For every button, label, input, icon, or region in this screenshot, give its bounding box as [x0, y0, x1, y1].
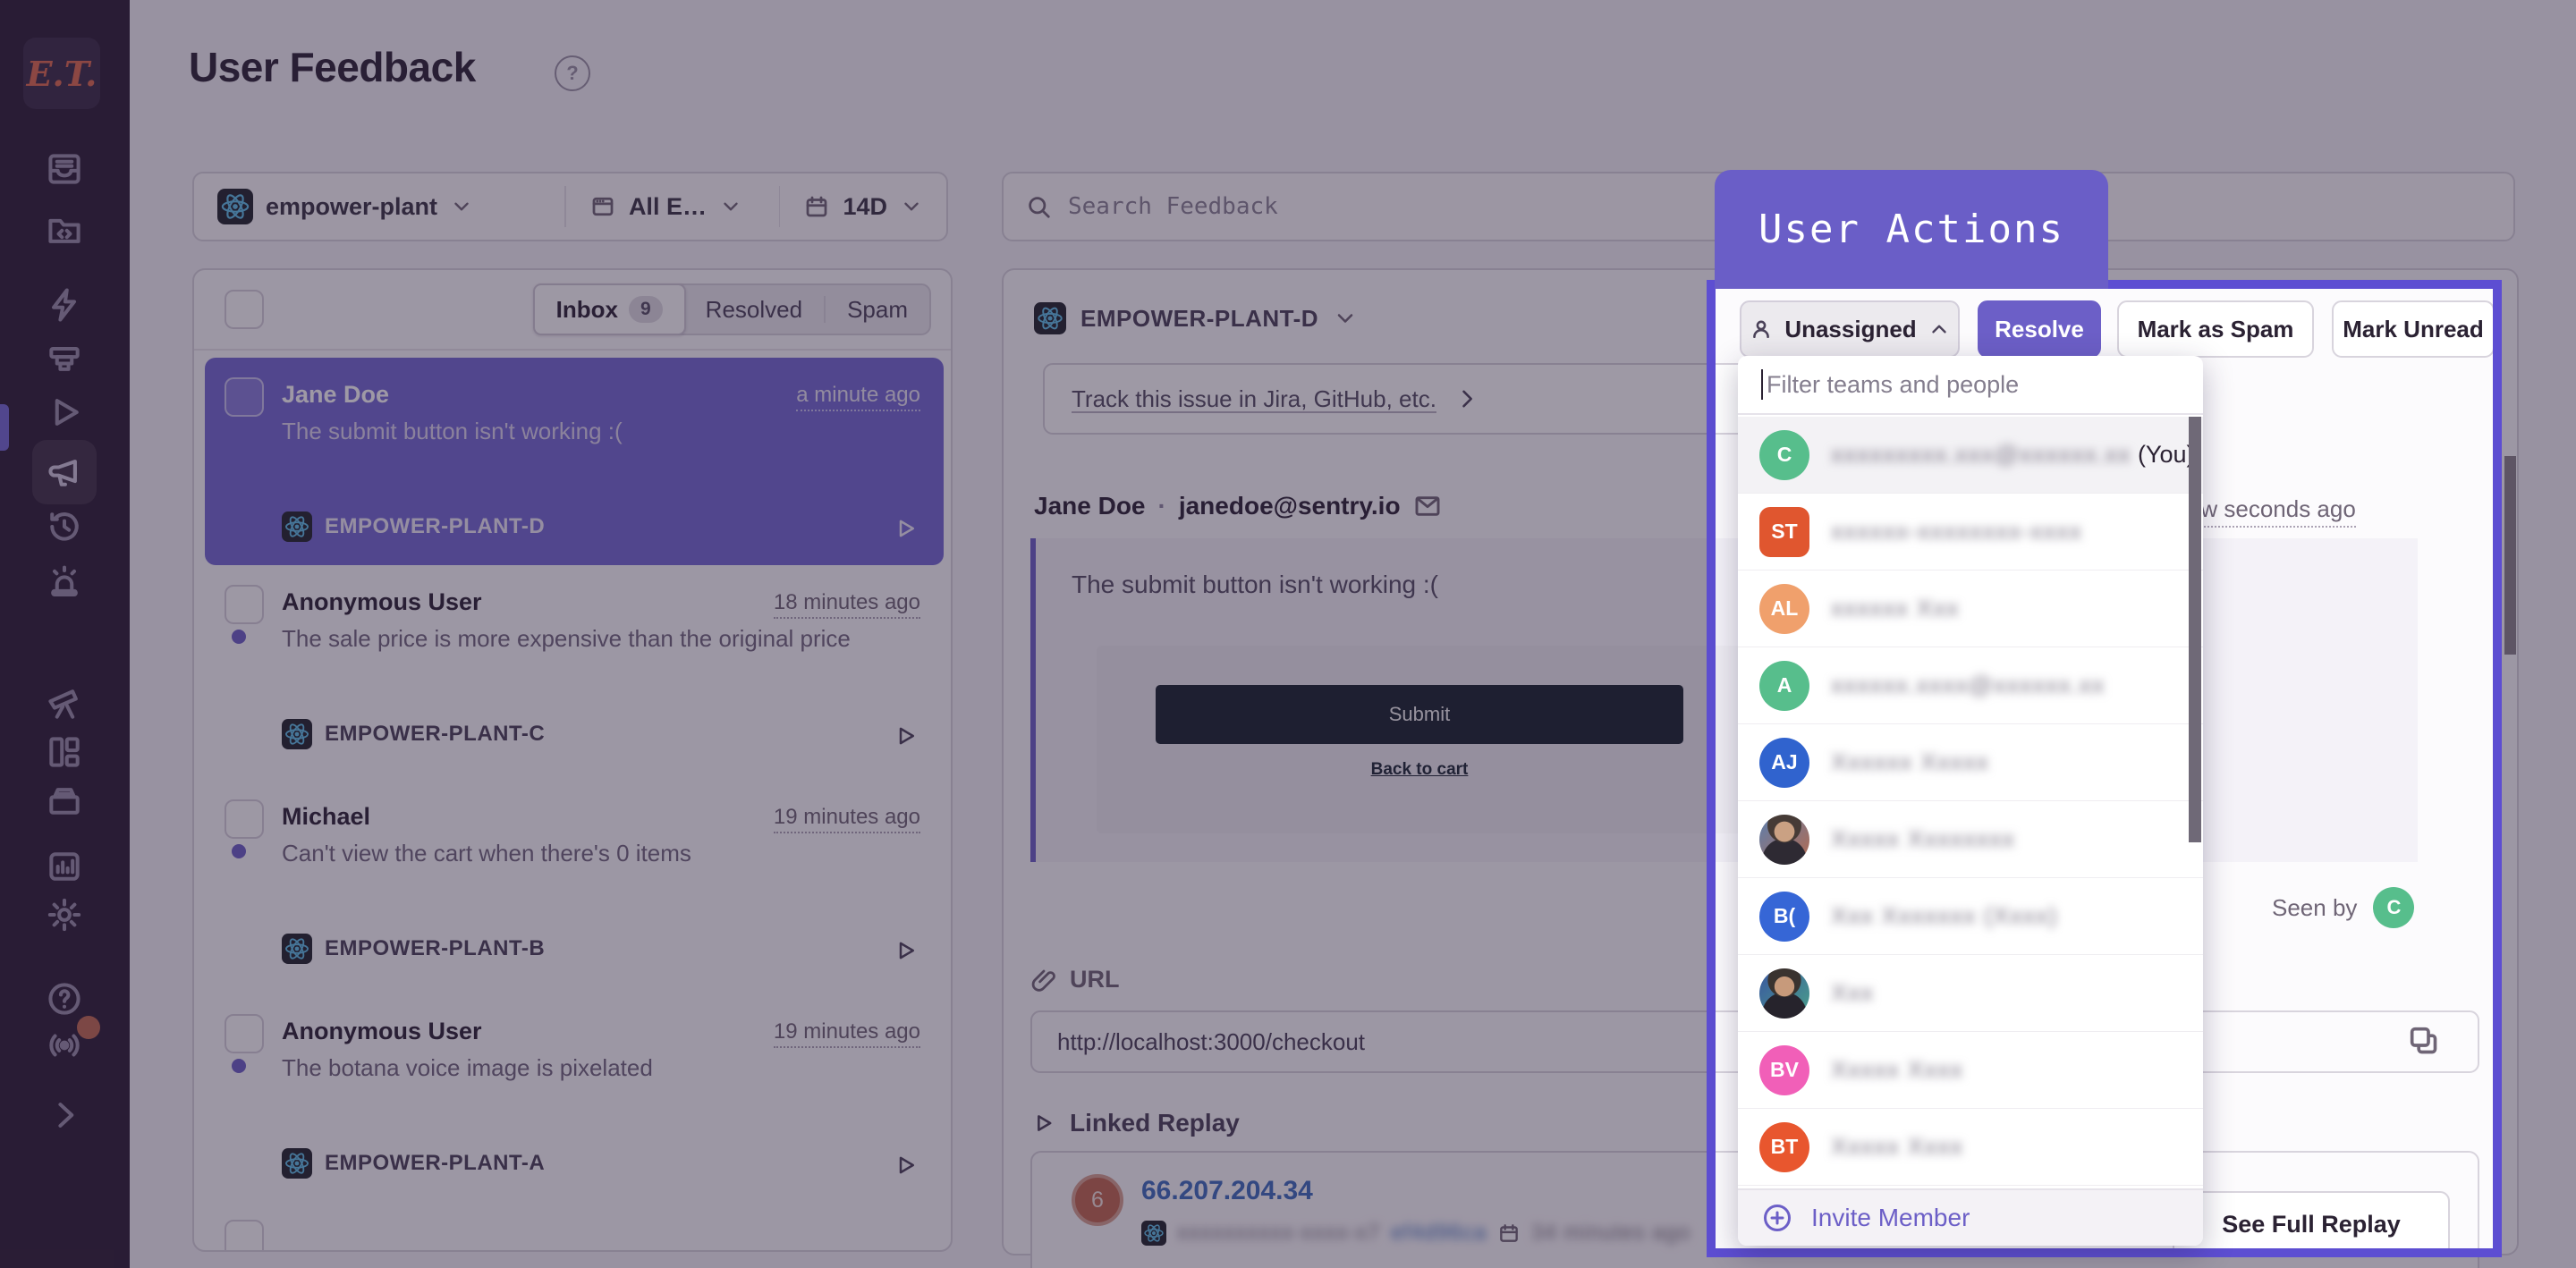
dim-overlay-top	[0, 0, 2576, 288]
assignee-you-suffix: (You)	[2138, 441, 2195, 468]
assignee-option[interactable]: Cxxxxxxxxx.xxx@xxxxxx.xx (You)	[1738, 417, 2203, 494]
assignee-option[interactable]: AJ Xxxxxx Xxxxx	[1738, 724, 2203, 801]
avatar-initials: B(	[1759, 892, 1809, 942]
assignee-option[interactable]: B( Xxx Xxxxxxx (Xxxx)	[1738, 878, 2203, 955]
assignee-name-redacted: Xxxxxx Xxxxx	[1831, 748, 1989, 775]
invite-member-label: Invite Member	[1811, 1204, 1970, 1232]
assignee-name-redacted: xxxxxx Xxx	[1831, 595, 1960, 621]
avatar-initials: AJ	[1759, 738, 1809, 788]
invite-member-button[interactable]: Invite Member	[1738, 1188, 2203, 1246]
assignee-dropdown: Filter teams and people Cxxxxxxxxx.xxx@x…	[1738, 356, 2203, 1246]
assignee-name-redacted: Xxxxx Xxxx	[1831, 1133, 1963, 1160]
assignee-filter-placeholder: Filter teams and people	[1767, 371, 2019, 399]
assignee-option[interactable]: Xxxxx Xxxxxxxx	[1738, 801, 2203, 878]
assignee-name-redacted: Xxxxx Xxxxxxxx	[1831, 825, 2015, 852]
avatar-initials: A	[1759, 661, 1809, 711]
assignee-option[interactable]: ST xxxxxx-xxxxxxxx-xxxx	[1738, 494, 2203, 571]
dim-overlay-left	[0, 288, 1715, 1249]
avatar-initials: ST	[1759, 507, 1809, 557]
text-caret	[1761, 369, 1763, 400]
assignee-option[interactable]: Xxx	[1738, 955, 2203, 1032]
dropdown-scrollbar[interactable]	[2189, 417, 2201, 842]
assignee-option[interactable]: Axxxxxx.xxxx@xxxxxx.xx	[1738, 647, 2203, 724]
assignee-name-redacted: xxxxxx-xxxxxxxx-xxxx	[1831, 518, 2082, 545]
assignee-name-redacted: Xxxxx Xxxx	[1831, 1056, 1963, 1083]
assignee-filter-input[interactable]: Filter teams and people	[1738, 356, 2203, 415]
user-feedback-page: E.T. User Feedback ? empower-plant All E…	[0, 0, 2576, 1268]
assignee-option[interactable]: AL xxxxxx Xxx	[1738, 571, 2203, 647]
avatar-photo	[1759, 815, 1809, 865]
avatar-initials: C	[1759, 430, 1809, 480]
assignee-option[interactable]: BV Xxxxx Xxxx	[1738, 1032, 2203, 1109]
dim-overlay-right	[2494, 288, 2576, 1249]
avatar-initials: AL	[1759, 584, 1809, 634]
user-actions-callout: User Actions	[1715, 170, 2108, 289]
page-scrollbar[interactable]	[2504, 456, 2516, 655]
assignee-option[interactable]: BT Xxxxx Xxxx	[1738, 1109, 2203, 1186]
assignee-name-redacted: Xxx	[1831, 979, 1874, 1006]
assignee-name-redacted: xxxxxx.xxxx@xxxxxx.xx	[1831, 672, 2105, 698]
assignee-name-redacted: xxxxxxxxx.xxx@xxxxxx.xx	[1831, 441, 2131, 468]
assignee-name-redacted: Xxx Xxxxxxx (Xxxx)	[1831, 902, 2058, 929]
avatar-initials: BV	[1759, 1045, 1809, 1095]
avatar-initials: BT	[1759, 1122, 1809, 1172]
avatar-photo	[1759, 968, 1809, 1019]
circle-plus-icon	[1761, 1202, 1793, 1234]
